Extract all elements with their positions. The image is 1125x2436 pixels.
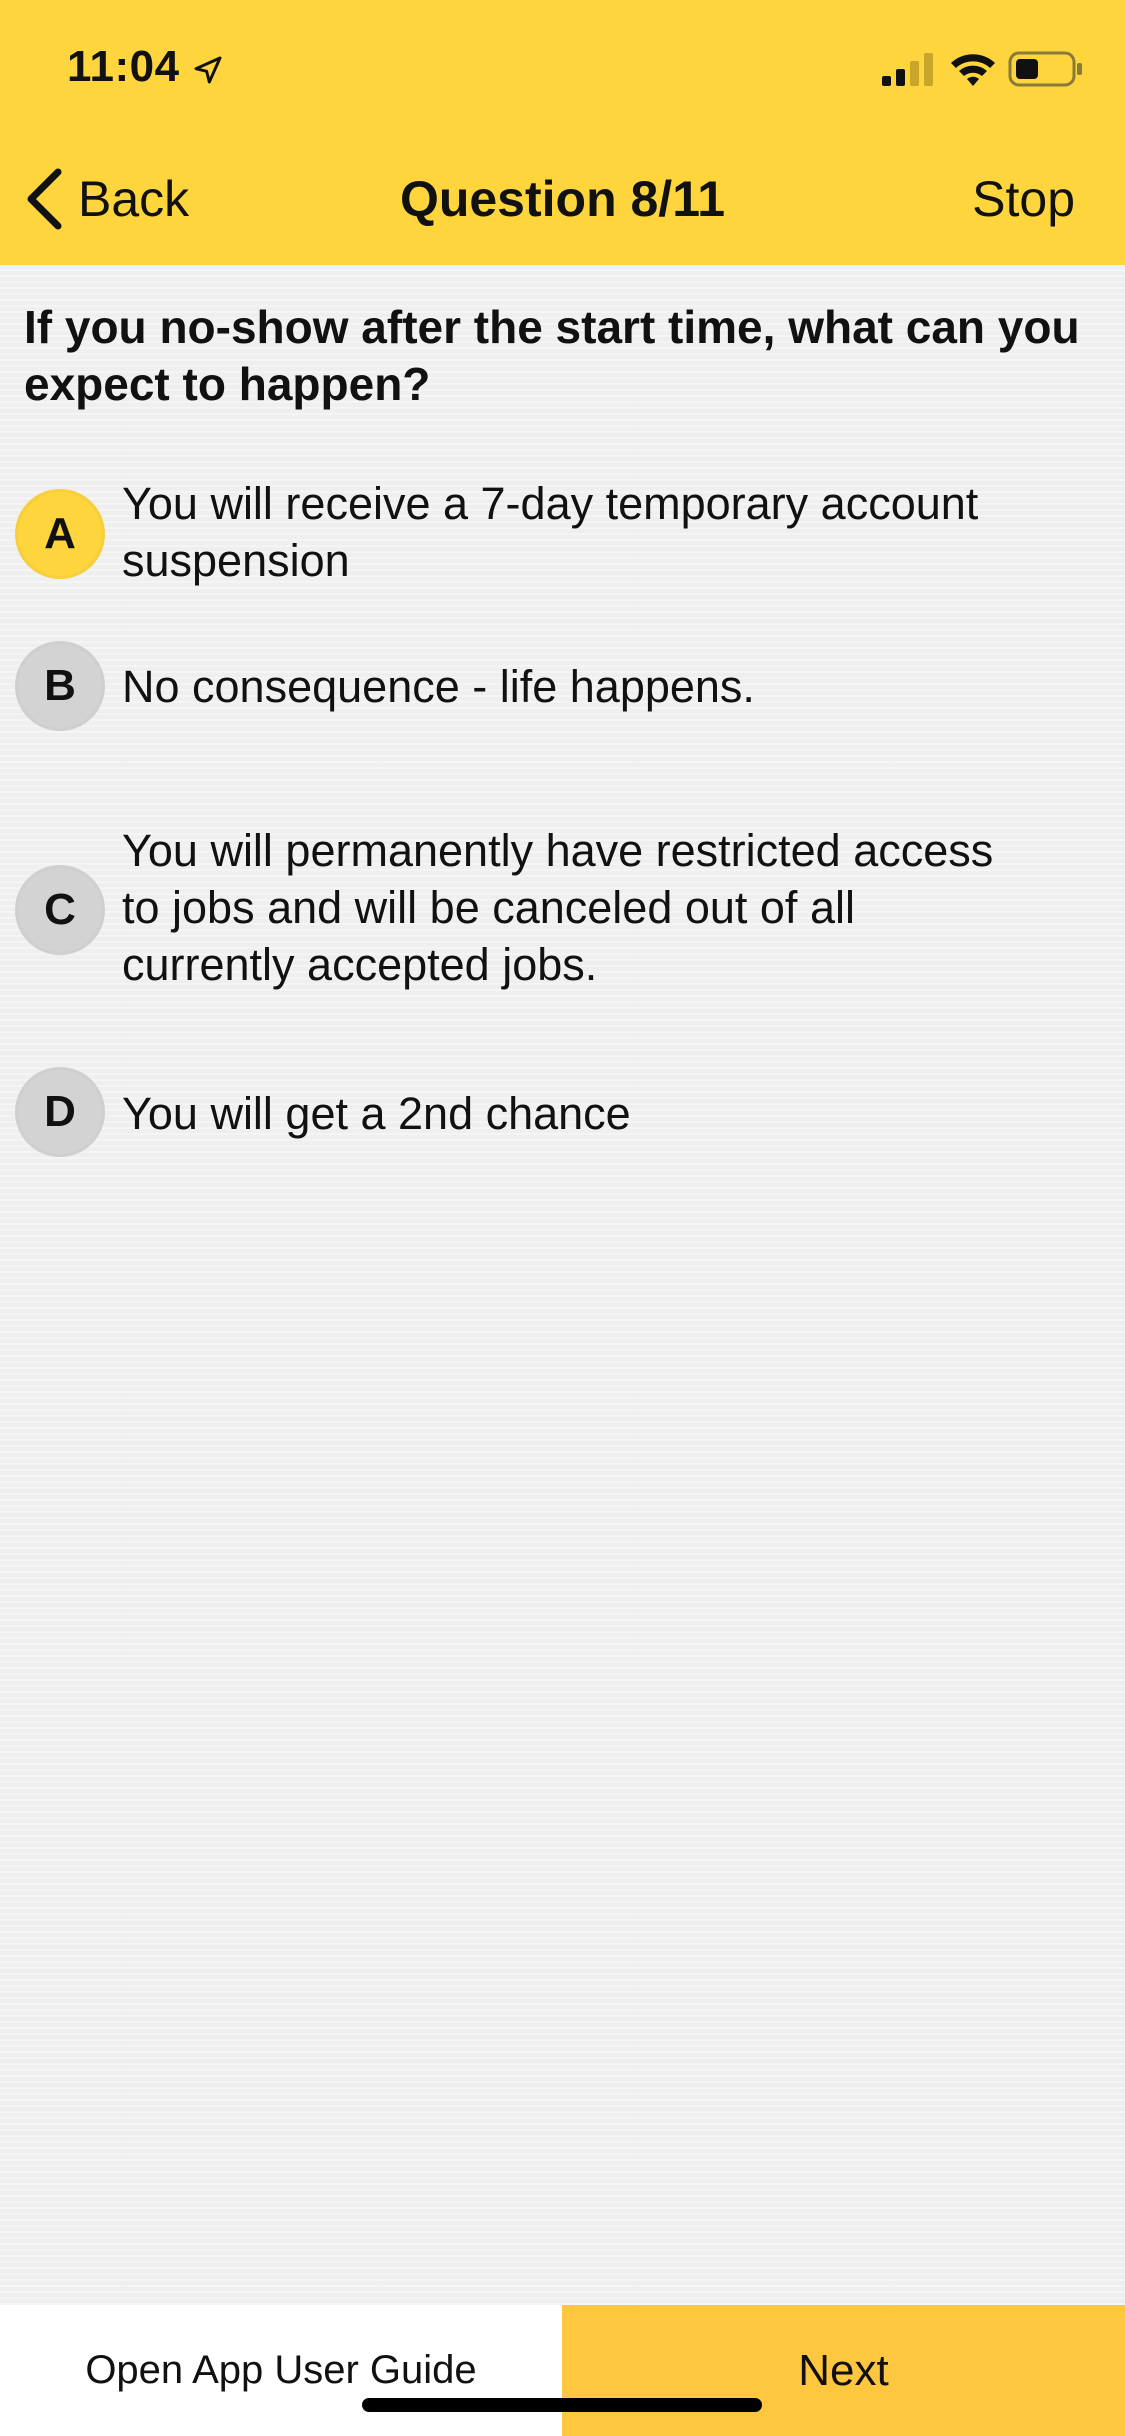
stop-button[interactable]: Stop	[972, 170, 1075, 228]
option-a-badge: A	[15, 489, 105, 579]
navigation-bar: Back Question 8/11 Stop	[0, 150, 1125, 250]
wifi-icon	[951, 54, 995, 86]
option-b-badge: B	[15, 641, 105, 731]
battery-icon	[1008, 51, 1082, 87]
quiz-screen: 11:04 Back Question 8/11 Stop If you no-…	[0, 0, 1125, 2436]
status-bar: 11:04	[0, 0, 1125, 132]
option-d-text: You will get a 2nd chance	[122, 1088, 631, 1139]
next-button[interactable]: Next	[562, 2305, 1125, 2436]
question-text: If you no-show after the start time, wha…	[24, 301, 1080, 410]
page-title: Question 8/11	[399, 171, 726, 227]
option-b-text: No consequence - life happens.	[122, 661, 755, 712]
option-d-badge: D	[15, 1067, 105, 1157]
option-c-badge: C	[15, 865, 105, 955]
home-indicator[interactable]	[362, 2398, 762, 2412]
option-a-text: You will receive a 7-day temporary accou…	[122, 478, 979, 586]
bottom-action-bar: Open App User Guide Next	[0, 2305, 1125, 2436]
option-c-text: You will permanently have restricted acc…	[122, 825, 994, 990]
open-user-guide-button[interactable]: Open App User Guide	[0, 2305, 562, 2436]
status-time: 11:04	[67, 42, 180, 91]
location-arrow-icon	[194, 56, 222, 84]
cellular-signal-icon	[882, 53, 933, 86]
question-content: If you no-show after the start time, wha…	[0, 265, 1125, 2305]
header: 11:04 Back Question 8/11 Stop	[0, 0, 1125, 265]
